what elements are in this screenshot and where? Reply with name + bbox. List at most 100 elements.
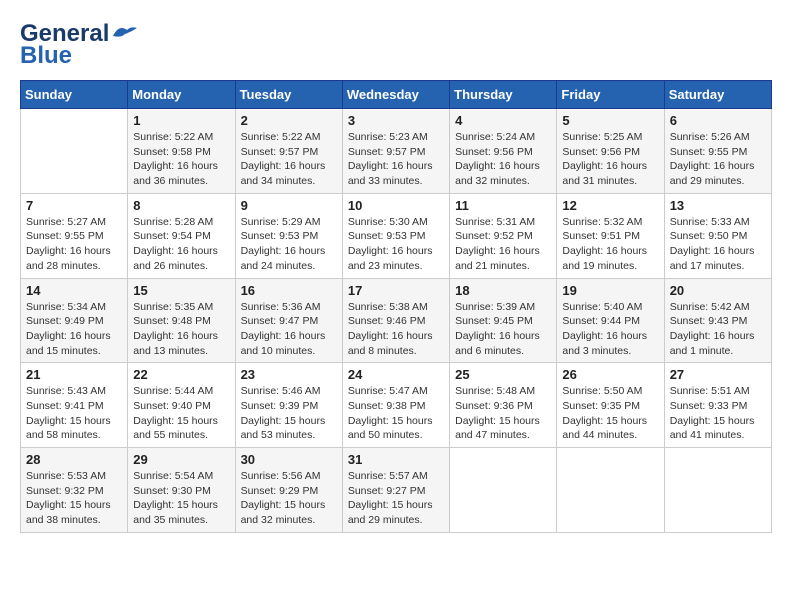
day-info: Sunrise: 5:56 AMSunset: 9:29 PMDaylight:…: [241, 469, 337, 528]
day-info: Sunrise: 5:26 AMSunset: 9:55 PMDaylight:…: [670, 130, 766, 189]
day-number: 4: [455, 113, 551, 128]
calendar-cell: 16 Sunrise: 5:36 AMSunset: 9:47 PMDayligh…: [235, 278, 342, 363]
calendar-cell: 27 Sunrise: 5:51 AMSunset: 9:33 PMDayligh…: [664, 363, 771, 448]
day-number: 16: [241, 283, 337, 298]
day-number: 11: [455, 198, 551, 213]
calendar-cell: 18 Sunrise: 5:39 AMSunset: 9:45 PMDayligh…: [450, 278, 557, 363]
day-number: 24: [348, 367, 444, 382]
calendar-header-row: SundayMondayTuesdayWednesdayThursdayFrid…: [21, 81, 772, 109]
day-info: Sunrise: 5:22 AMSunset: 9:57 PMDaylight:…: [241, 130, 337, 189]
logo: General Blue: [20, 20, 141, 70]
calendar-cell: 11 Sunrise: 5:31 AMSunset: 9:52 PMDayligh…: [450, 193, 557, 278]
calendar-cell: 23 Sunrise: 5:46 AMSunset: 9:39 PMDayligh…: [235, 363, 342, 448]
day-number: 14: [26, 283, 122, 298]
calendar-cell: 8 Sunrise: 5:28 AMSunset: 9:54 PMDaylight…: [128, 193, 235, 278]
calendar-cell: 6Sunrise: 5:26 AMSunset: 9:55 PMDaylight…: [664, 109, 771, 194]
calendar-cell: 2 Sunrise: 5:22 AMSunset: 9:57 PMDaylight…: [235, 109, 342, 194]
logo-blue: Blue: [20, 42, 72, 70]
day-number: 3: [348, 113, 444, 128]
calendar-cell: 12Sunrise: 5:32 AMSunset: 9:51 PMDayligh…: [557, 193, 664, 278]
day-info: Sunrise: 5:38 AMSunset: 9:46 PMDaylight:…: [348, 300, 444, 359]
calendar-cell: 30 Sunrise: 5:56 AMSunset: 9:29 PMDayligh…: [235, 448, 342, 533]
calendar-cell: [557, 448, 664, 533]
day-number: 15: [133, 283, 229, 298]
day-info: Sunrise: 5:51 AMSunset: 9:33 PMDaylight:…: [670, 384, 766, 443]
day-number: 18: [455, 283, 551, 298]
day-info: Sunrise: 5:57 AMSunset: 9:27 PMDaylight:…: [348, 469, 444, 528]
day-number: 22: [133, 367, 229, 382]
day-number: 10: [348, 198, 444, 213]
day-number: 1: [133, 113, 229, 128]
calendar-cell: 24 Sunrise: 5:47 AMSunset: 9:38 PMDayligh…: [342, 363, 449, 448]
calendar-cell: 3 Sunrise: 5:23 AMSunset: 9:57 PMDaylight…: [342, 109, 449, 194]
day-number: 21: [26, 367, 122, 382]
weekday-header-tuesday: Tuesday: [235, 81, 342, 109]
day-number: 20: [670, 283, 766, 298]
weekday-header-monday: Monday: [128, 81, 235, 109]
calendar-cell: [21, 109, 128, 194]
day-info: Sunrise: 5:36 AMSunset: 9:47 PMDaylight:…: [241, 300, 337, 359]
calendar-week-row: 21 Sunrise: 5:43 AMSunset: 9:41 PMDayligh…: [21, 363, 772, 448]
weekday-header-wednesday: Wednesday: [342, 81, 449, 109]
day-number: 5: [562, 113, 658, 128]
day-number: 9: [241, 198, 337, 213]
day-number: 25: [455, 367, 551, 382]
day-info: Sunrise: 5:53 AMSunset: 9:32 PMDaylight:…: [26, 469, 122, 528]
calendar-cell: 29Sunrise: 5:54 AMSunset: 9:30 PMDayligh…: [128, 448, 235, 533]
day-info: Sunrise: 5:30 AMSunset: 9:53 PMDaylight:…: [348, 215, 444, 274]
day-number: 26: [562, 367, 658, 382]
calendar-cell: 28 Sunrise: 5:53 AMSunset: 9:32 PMDayligh…: [21, 448, 128, 533]
weekday-header-friday: Friday: [557, 81, 664, 109]
day-info: Sunrise: 5:50 AMSunset: 9:35 PMDaylight:…: [562, 384, 658, 443]
calendar-body: 1 Sunrise: 5:22 AMSunset: 9:58 PMDaylight…: [21, 109, 772, 533]
day-info: Sunrise: 5:43 AMSunset: 9:41 PMDaylight:…: [26, 384, 122, 443]
calendar-table: SundayMondayTuesdayWednesdayThursdayFrid…: [20, 80, 772, 533]
day-info: Sunrise: 5:27 AMSunset: 9:55 PMDaylight:…: [26, 215, 122, 274]
calendar-cell: 25 Sunrise: 5:48 AMSunset: 9:36 PMDayligh…: [450, 363, 557, 448]
logo-bird-icon: [111, 22, 141, 42]
day-number: 30: [241, 452, 337, 467]
calendar-cell: 20Sunrise: 5:42 AMSunset: 9:43 PMDayligh…: [664, 278, 771, 363]
day-info: Sunrise: 5:23 AMSunset: 9:57 PMDaylight:…: [348, 130, 444, 189]
day-number: 28: [26, 452, 122, 467]
calendar-week-row: 14 Sunrise: 5:34 AMSunset: 9:49 PMDayligh…: [21, 278, 772, 363]
calendar-cell: 10 Sunrise: 5:30 AMSunset: 9:53 PMDayligh…: [342, 193, 449, 278]
day-info: Sunrise: 5:28 AMSunset: 9:54 PMDaylight:…: [133, 215, 229, 274]
day-info: Sunrise: 5:40 AMSunset: 9:44 PMDaylight:…: [562, 300, 658, 359]
calendar-cell: 21 Sunrise: 5:43 AMSunset: 9:41 PMDayligh…: [21, 363, 128, 448]
calendar-cell: 26 Sunrise: 5:50 AMSunset: 9:35 PMDayligh…: [557, 363, 664, 448]
calendar-cell: 7Sunrise: 5:27 AMSunset: 9:55 PMDaylight…: [21, 193, 128, 278]
day-number: 23: [241, 367, 337, 382]
day-number: 17: [348, 283, 444, 298]
day-info: Sunrise: 5:31 AMSunset: 9:52 PMDaylight:…: [455, 215, 551, 274]
calendar-cell: 22 Sunrise: 5:44 AMSunset: 9:40 PMDayligh…: [128, 363, 235, 448]
calendar-cell: 14 Sunrise: 5:34 AMSunset: 9:49 PMDayligh…: [21, 278, 128, 363]
weekday-header-saturday: Saturday: [664, 81, 771, 109]
calendar-cell: 13 Sunrise: 5:33 AMSunset: 9:50 PMDayligh…: [664, 193, 771, 278]
calendar-cell: 15 Sunrise: 5:35 AMSunset: 9:48 PMDayligh…: [128, 278, 235, 363]
calendar-cell: 4 Sunrise: 5:24 AMSunset: 9:56 PMDaylight…: [450, 109, 557, 194]
day-number: 27: [670, 367, 766, 382]
day-info: Sunrise: 5:22 AMSunset: 9:58 PMDaylight:…: [133, 130, 229, 189]
day-info: Sunrise: 5:34 AMSunset: 9:49 PMDaylight:…: [26, 300, 122, 359]
weekday-header-sunday: Sunday: [21, 81, 128, 109]
day-number: 13: [670, 198, 766, 213]
day-info: Sunrise: 5:47 AMSunset: 9:38 PMDaylight:…: [348, 384, 444, 443]
day-number: 31: [348, 452, 444, 467]
day-info: Sunrise: 5:29 AMSunset: 9:53 PMDaylight:…: [241, 215, 337, 274]
day-info: Sunrise: 5:35 AMSunset: 9:48 PMDaylight:…: [133, 300, 229, 359]
calendar-cell: 1 Sunrise: 5:22 AMSunset: 9:58 PMDaylight…: [128, 109, 235, 194]
day-info: Sunrise: 5:39 AMSunset: 9:45 PMDaylight:…: [455, 300, 551, 359]
day-info: Sunrise: 5:54 AMSunset: 9:30 PMDaylight:…: [133, 469, 229, 528]
day-info: Sunrise: 5:48 AMSunset: 9:36 PMDaylight:…: [455, 384, 551, 443]
day-info: Sunrise: 5:46 AMSunset: 9:39 PMDaylight:…: [241, 384, 337, 443]
calendar-week-row: 7Sunrise: 5:27 AMSunset: 9:55 PMDaylight…: [21, 193, 772, 278]
calendar-cell: [450, 448, 557, 533]
day-info: Sunrise: 5:33 AMSunset: 9:50 PMDaylight:…: [670, 215, 766, 274]
day-info: Sunrise: 5:44 AMSunset: 9:40 PMDaylight:…: [133, 384, 229, 443]
day-info: Sunrise: 5:24 AMSunset: 9:56 PMDaylight:…: [455, 130, 551, 189]
day-number: 2: [241, 113, 337, 128]
day-number: 8: [133, 198, 229, 213]
day-info: Sunrise: 5:32 AMSunset: 9:51 PMDaylight:…: [562, 215, 658, 274]
calendar-cell: 31 Sunrise: 5:57 AMSunset: 9:27 PMDayligh…: [342, 448, 449, 533]
